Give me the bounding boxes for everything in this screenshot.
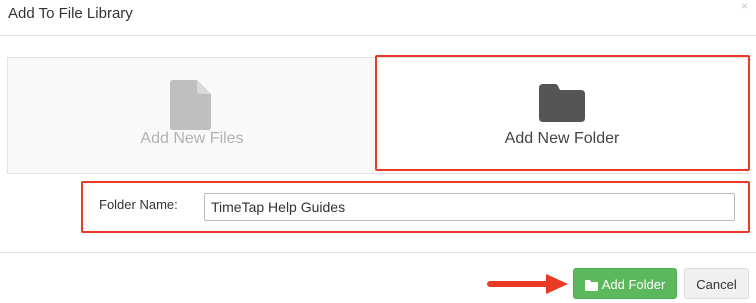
highlight-box-folder-name xyxy=(81,181,750,233)
file-icon xyxy=(170,80,211,130)
cancel-button[interactable]: Cancel xyxy=(684,268,749,299)
add-new-files-option[interactable]: Add New Files xyxy=(8,58,376,173)
close-icon[interactable]: × xyxy=(741,0,748,12)
arrow-right-icon xyxy=(487,274,568,294)
dialog-header: Add To File Library × xyxy=(0,0,756,36)
add-folder-button[interactable]: Add Folder xyxy=(573,268,677,299)
add-new-files-label: Add New Files xyxy=(140,130,244,147)
dialog-title: Add To File Library xyxy=(8,5,133,22)
folder-icon xyxy=(584,280,598,292)
add-folder-label: Add Folder xyxy=(601,277,666,292)
highlight-box-folder-option xyxy=(375,55,750,171)
add-to-file-library-dialog: Add To File Library × Add New Files Add … xyxy=(0,0,756,303)
